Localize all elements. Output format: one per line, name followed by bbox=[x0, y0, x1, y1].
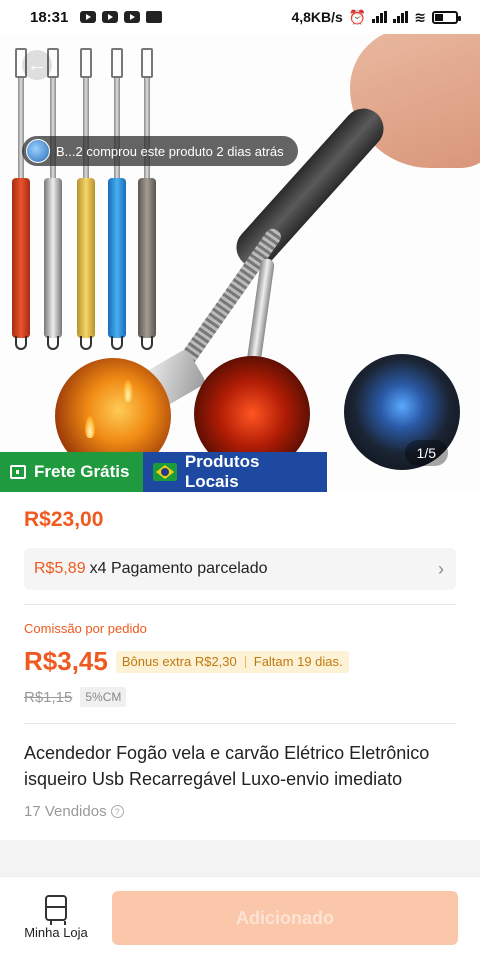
commission-rate-tag: 5%CM bbox=[80, 687, 127, 707]
installment-price: R$5,89 bbox=[34, 560, 86, 577]
store-icon bbox=[45, 895, 67, 925]
divider bbox=[24, 604, 456, 605]
installment-text: x4 Pagamento parcelado bbox=[89, 560, 268, 577]
lighter-variant-silver bbox=[44, 48, 62, 354]
my-store-label: Minha Loja bbox=[24, 925, 88, 940]
signal-icon bbox=[372, 11, 388, 23]
recent-purchase-toast: B...2 comprou este produto 2 dias atrás bbox=[22, 136, 298, 166]
chevron-right-icon: › bbox=[438, 558, 444, 579]
product-price: R$23,00 bbox=[24, 508, 104, 531]
commission-value: R$3,45 bbox=[24, 646, 108, 676]
bonus-text: Bônus extra R$2,30 bbox=[121, 654, 237, 669]
status-left: 18:31 bbox=[30, 8, 163, 26]
sold-text: 17 Vendidos bbox=[24, 803, 107, 820]
camera-notification-icon bbox=[146, 11, 163, 23]
recent-purchase-text: B...2 comprou este produto 2 dias atrás bbox=[56, 143, 284, 159]
commission-label: Comissão por pedido bbox=[24, 621, 147, 636]
status-right: 4,8KB/s ⏰ ≋ bbox=[291, 8, 461, 26]
product-badges: Frete Grátis Produtos Locais bbox=[0, 452, 327, 492]
image-counter: 1/5 bbox=[404, 440, 448, 466]
shipping-icon bbox=[10, 465, 26, 479]
commission-row: R$3,45 Bônus extra R$2,30 Faltam 19 dias… bbox=[24, 646, 349, 677]
youtube-notification-icon bbox=[80, 11, 97, 23]
old-commission-row: R$1,15 5%CM bbox=[24, 687, 127, 707]
section-separator bbox=[0, 840, 480, 876]
youtube-notification-icon bbox=[102, 11, 119, 23]
installment-row[interactable]: R$5,89 x4 Pagamento parcelado › bbox=[24, 548, 456, 590]
back-button[interactable]: ← bbox=[22, 50, 52, 80]
divider bbox=[24, 723, 456, 724]
bonus-remaining: Faltam 19 dias. bbox=[253, 654, 343, 669]
local-products-badge: Produtos Locais bbox=[143, 452, 327, 492]
network-speed: 4,8KB/s bbox=[291, 9, 343, 25]
local-products-label: Produtos Locais bbox=[184, 452, 260, 491]
free-shipping-badge: Frete Grátis bbox=[0, 452, 143, 492]
bonus-separator bbox=[244, 655, 246, 668]
bottom-action-bar: Minha Loja Adicionado bbox=[0, 876, 480, 960]
wifi-icon: ≋ bbox=[414, 8, 426, 25]
old-commission: R$1,15 bbox=[24, 688, 73, 706]
brazil-flag-icon bbox=[153, 463, 177, 481]
status-bar: 18:31 4,8KB/s ⏰ ≋ bbox=[0, 0, 480, 34]
added-button[interactable]: Adicionado bbox=[112, 891, 458, 945]
status-time: 18:31 bbox=[30, 8, 69, 26]
product-image-gallery[interactable]: ← B...2 comprou este produto 2 dias atrá… bbox=[0, 28, 480, 492]
lighter-variant-blue bbox=[108, 48, 126, 354]
lighter-variant-gray bbox=[138, 48, 156, 354]
youtube-notification-icon bbox=[124, 11, 141, 23]
lighter-variant-red bbox=[12, 48, 30, 354]
bonus-tag: Bônus extra R$2,30 Faltam 19 dias. bbox=[115, 650, 349, 673]
sold-count: 17 Vendidos ? bbox=[24, 803, 124, 820]
info-icon[interactable]: ? bbox=[110, 805, 124, 818]
product-title: Acendedor Fogão vela e carvão Elétrico E… bbox=[24, 743, 430, 789]
my-store-button[interactable]: Minha Loja bbox=[16, 895, 96, 940]
battery-icon bbox=[432, 10, 461, 24]
avatar bbox=[26, 139, 50, 163]
lighter-variant-gold bbox=[77, 48, 95, 354]
alarm-icon: ⏰ bbox=[348, 8, 367, 25]
signal-icon bbox=[393, 11, 409, 23]
free-shipping-label: Frete Grátis bbox=[34, 462, 130, 481]
